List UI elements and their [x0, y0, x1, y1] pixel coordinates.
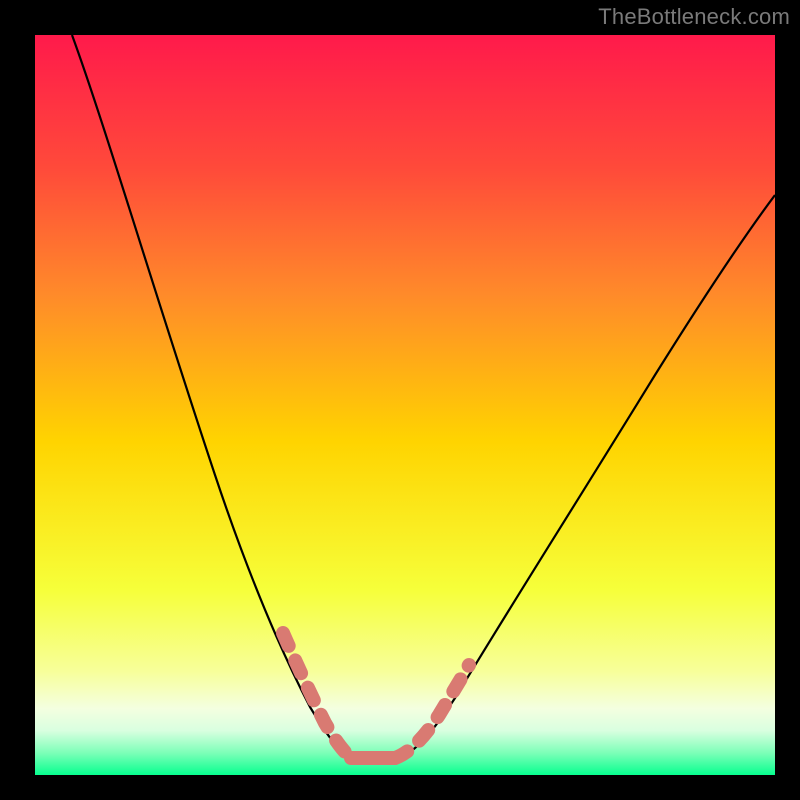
plot-area	[35, 35, 775, 775]
gradient-background	[35, 35, 775, 775]
chart-svg	[35, 35, 775, 775]
watermark-text: TheBottleneck.com	[598, 4, 790, 30]
chart-frame: TheBottleneck.com	[0, 0, 800, 800]
